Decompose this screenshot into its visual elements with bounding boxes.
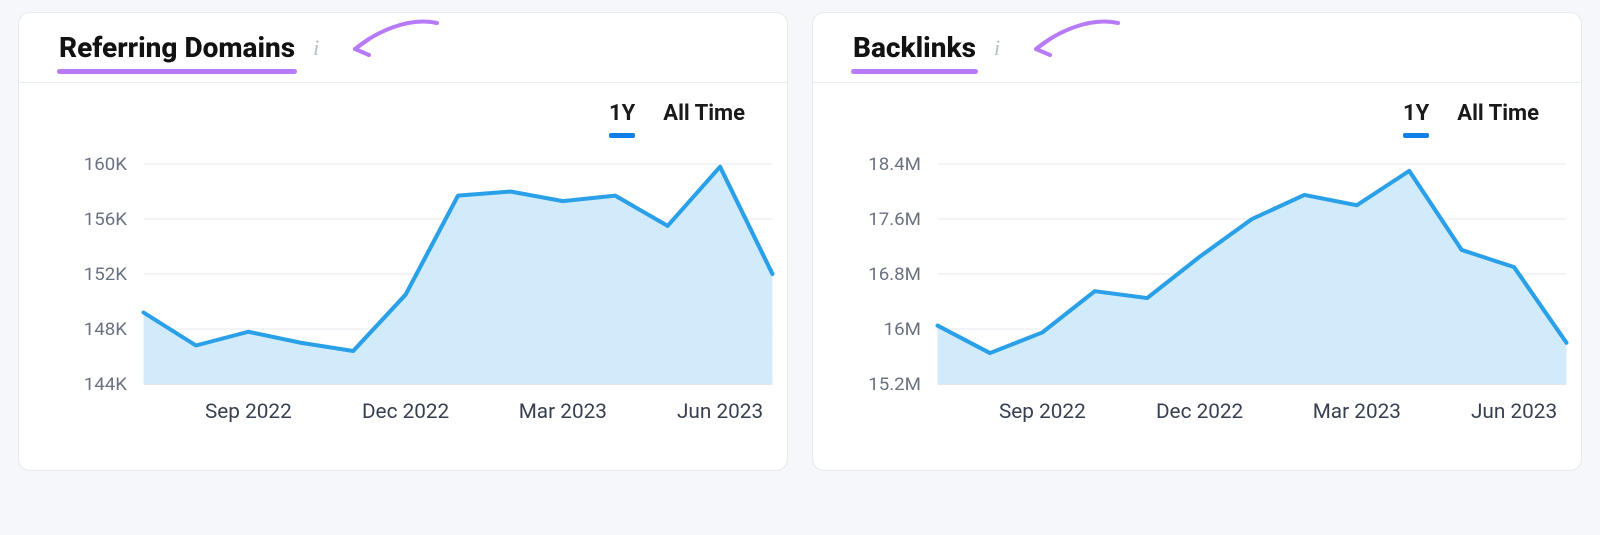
info-icon[interactable]: i — [313, 37, 319, 59]
range-tab-1y[interactable]: 1Y — [607, 101, 637, 134]
y-tick-label: 18.4M — [868, 154, 921, 175]
y-tick-label: 152K — [84, 264, 128, 285]
x-tick-label: Sep 2022 — [205, 399, 292, 423]
y-tick-label: 15.2M — [868, 374, 921, 395]
x-tick-label: Mar 2023 — [1313, 399, 1401, 423]
range-tabs: 1Y All Time — [813, 83, 1581, 134]
x-tick-label: Dec 2022 — [362, 399, 449, 423]
x-tick-label: Jun 2023 — [1471, 399, 1557, 423]
card-header: Backlinks i — [813, 13, 1581, 83]
x-tick-label: Dec 2022 — [1156, 399, 1243, 423]
card-title: Backlinks — [853, 31, 976, 68]
annotation-arrow-icon — [1018, 17, 1128, 63]
x-tick-label: Mar 2023 — [519, 399, 607, 423]
range-tab-all-time[interactable]: All Time — [661, 101, 747, 134]
y-tick-label: 144K — [84, 374, 128, 395]
range-tab-1y[interactable]: 1Y — [1401, 101, 1431, 134]
card-header: Referring Domains i — [19, 13, 787, 83]
chart-area: 18.4M 17.6M 16.8M 16M 15.2M Sep 2022 Dec 2022 M… — [813, 154, 1581, 434]
range-tabs: 1Y All Time — [19, 83, 787, 134]
y-tick-label: 16M — [884, 319, 921, 340]
x-tick-label: Sep 2022 — [999, 399, 1086, 423]
annotation-arrow-icon — [337, 17, 447, 63]
info-icon[interactable]: i — [994, 37, 1000, 59]
y-tick-label: 17.6M — [868, 209, 921, 230]
y-tick-label: 160K — [84, 154, 128, 175]
y-tick-label: 148K — [84, 319, 128, 340]
range-tab-all-time[interactable]: All Time — [1455, 101, 1541, 134]
y-tick-label: 156K — [84, 209, 128, 230]
chart-area: 160K 156K 152K 148K 144K Sep 2022 Dec 2022 Mar … — [19, 154, 787, 434]
y-tick-label: 16.8M — [868, 264, 921, 285]
metric-card: Backlinks i 1Y All Time 18.4M 17.6M 16.8M 16M 15… — [812, 12, 1582, 471]
series-fill — [938, 171, 1567, 384]
card-title: Referring Domains — [59, 31, 295, 68]
metric-card: Referring Domains i 1Y All Time 160K 156K 152K… — [18, 12, 788, 471]
x-tick-label: Jun 2023 — [677, 399, 763, 423]
